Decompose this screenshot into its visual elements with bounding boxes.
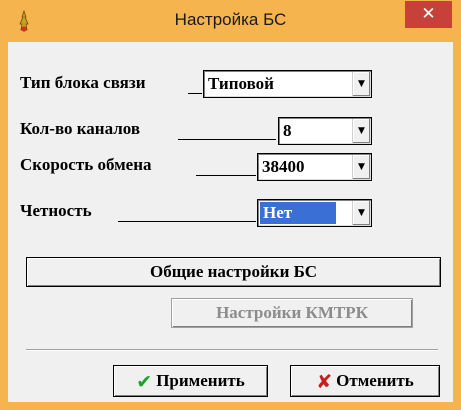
link-type-underline bbox=[188, 93, 202, 94]
parity-value: Нет bbox=[260, 202, 337, 224]
chevron-down-icon[interactable]: ▼ bbox=[352, 72, 370, 96]
apply-button[interactable]: ✔ Применить bbox=[113, 365, 268, 397]
close-button[interactable]: ✕ bbox=[405, 1, 452, 28]
baud-select[interactable]: 38400 ▼ bbox=[257, 153, 372, 181]
baud-label: Скорость обмена bbox=[20, 155, 152, 174]
dialog-content: Тип блока связи Типовой ▼ Кол-во каналов… bbox=[8, 42, 453, 402]
cancel-label: Отменить bbox=[336, 371, 414, 390]
link-type-select[interactable]: Типовой ▼ bbox=[203, 70, 372, 98]
kmtrk-settings-button[interactable]: Настройки КМТРК bbox=[171, 298, 413, 328]
channels-label: Кол-во каналов bbox=[20, 119, 141, 138]
title-bar[interactable]: Настройка БС ✕ bbox=[0, 0, 461, 42]
close-icon: ✕ bbox=[421, 4, 436, 24]
apply-label: Применить bbox=[156, 371, 245, 390]
chevron-down-icon[interactable]: ▼ bbox=[352, 155, 370, 179]
channels-select[interactable]: 8 ▼ bbox=[278, 117, 372, 145]
chevron-down-icon[interactable]: ▼ bbox=[352, 119, 370, 143]
checkmark-icon: ✔ bbox=[136, 371, 153, 394]
separator bbox=[26, 349, 438, 351]
link-type-value: Типовой bbox=[208, 74, 274, 93]
dialog-window: Настройка БС ✕ Тип блока связи Типовой ▼… bbox=[0, 0, 461, 410]
baud-underline bbox=[196, 175, 256, 176]
parity-underline bbox=[118, 221, 256, 222]
parity-label: Четность bbox=[20, 201, 92, 220]
channels-underline bbox=[178, 139, 276, 140]
link-type-label: Тип блока связи bbox=[20, 73, 146, 92]
parity-select[interactable]: Нет ▼ bbox=[257, 199, 372, 227]
channels-value: 8 bbox=[283, 121, 292, 140]
baud-value: 38400 bbox=[262, 157, 305, 176]
cancel-button[interactable]: ✘ Отменить bbox=[290, 365, 440, 397]
x-mark-icon: ✘ bbox=[316, 371, 333, 394]
chevron-down-icon[interactable]: ▼ bbox=[352, 201, 370, 225]
general-settings-button[interactable]: Общие настройки БС bbox=[26, 257, 441, 287]
window-title: Настройка БС bbox=[174, 10, 287, 29]
